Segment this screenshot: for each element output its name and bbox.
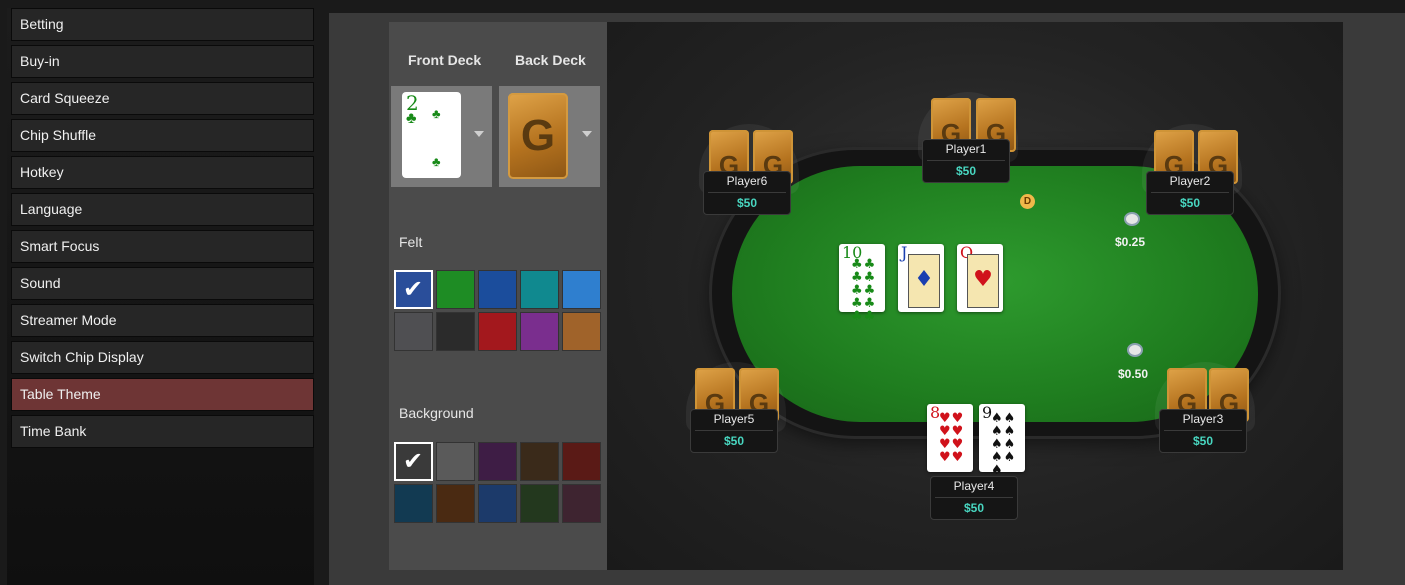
sidebar-item-smart-focus[interactable]: Smart Focus xyxy=(11,230,314,263)
seat-player2: G G Player2 $50 xyxy=(1142,124,1242,224)
spade-icon: ♠♠♠♠♠♠♠♠♠ xyxy=(991,411,1017,478)
background-label: Background xyxy=(399,405,474,421)
nameplate-divider xyxy=(1164,430,1242,431)
front-deck-select[interactable]: 2 ♣ ♣ ♣ xyxy=(391,86,492,187)
background-color-swatch[interactable] xyxy=(436,442,475,481)
settings-sidebar: Betting Buy-in Card Squeeze Chip Shuffle… xyxy=(7,8,314,585)
background-color-swatch[interactable] xyxy=(436,484,475,523)
club-icon: ♣ xyxy=(406,110,417,127)
nameplate-divider xyxy=(1151,192,1229,193)
felt-color-swatch[interactable] xyxy=(394,312,433,351)
checkmark-icon: ✔ xyxy=(403,276,424,303)
background-color-swatch[interactable] xyxy=(520,442,559,481)
seat-player6: G G Player6 $50 xyxy=(699,124,799,224)
chip-icon xyxy=(1127,343,1143,357)
bet-amount: $0.50 xyxy=(1118,367,1149,381)
club-icon: ♣ xyxy=(432,154,441,169)
felt-label: Felt xyxy=(399,234,423,250)
player-nameplate: Player4 $50 xyxy=(930,476,1018,520)
front-deck-label: Front Deck xyxy=(408,52,482,68)
checkmark-icon: ✔ xyxy=(403,448,424,475)
bet-amount: $0.25 xyxy=(1115,235,1146,249)
background-color-swatch[interactable] xyxy=(562,484,601,523)
sidebar-item-table-theme[interactable]: Table Theme xyxy=(11,378,314,411)
heart-icon: ♥ xyxy=(967,254,999,308)
player-name: Player4 xyxy=(953,479,995,493)
background-color-swatch[interactable] xyxy=(520,484,559,523)
sidebar-item-buy-in[interactable]: Buy-in xyxy=(11,45,314,78)
player-stack: $50 xyxy=(955,164,977,178)
nameplate-divider xyxy=(935,497,1013,498)
player-nameplate: Player3 $50 xyxy=(1159,409,1247,453)
felt-color-swatch[interactable] xyxy=(478,312,517,351)
player-stack: $50 xyxy=(1179,196,1201,210)
player-nameplate: Player2 $50 xyxy=(1146,171,1234,215)
sidebar-item-betting[interactable]: Betting xyxy=(11,8,314,41)
club-icon: ♣ xyxy=(432,106,441,121)
background-color-swatch[interactable]: ✔ xyxy=(394,442,433,481)
felt-color-swatch[interactable] xyxy=(520,270,559,309)
felt-color-swatch[interactable] xyxy=(436,312,475,351)
chip-icon xyxy=(1124,212,1140,226)
seat-player3: G G Player3 $50 xyxy=(1155,362,1255,462)
seat-player1: G G Player1 $50 xyxy=(918,92,1018,192)
player-stack: $50 xyxy=(723,434,745,448)
player-nameplate: Player5 $50 xyxy=(690,409,778,453)
player-stack: $50 xyxy=(736,196,758,210)
club-icon: ♣♣♣♣♣♣♣♣♣♣ xyxy=(851,257,877,324)
board-card: 10 ♣♣♣♣♣♣♣♣♣♣ xyxy=(839,244,885,323)
chevron-down-icon xyxy=(474,131,484,137)
felt-color-swatch[interactable] xyxy=(562,270,601,309)
felt-color-swatch[interactable]: ✔ xyxy=(394,270,433,309)
player-name: Player1 xyxy=(945,142,987,156)
diamond-icon: ♦ xyxy=(908,254,940,308)
felt-color-swatch[interactable] xyxy=(562,312,601,351)
background-color-swatch[interactable] xyxy=(478,484,517,523)
back-deck-select[interactable]: G xyxy=(499,86,600,187)
player-name: Player2 xyxy=(1169,174,1211,188)
sidebar-item-language[interactable]: Language xyxy=(11,193,314,226)
nameplate-divider xyxy=(927,160,1005,161)
player-nameplate: Player6 $50 xyxy=(703,171,791,215)
heart-icon: ♥♥♥♥♥♥♥♥ xyxy=(939,411,965,465)
player-stack: $50 xyxy=(963,501,985,515)
player-stack: $50 xyxy=(1192,434,1214,448)
seat-player5: G G Player5 $50 xyxy=(686,362,786,462)
felt-color-swatch[interactable] xyxy=(478,270,517,309)
board-card: Q ♥ xyxy=(957,244,1003,312)
sidebar-item-switch-chip-display[interactable]: Switch Chip Display xyxy=(11,341,314,374)
back-deck-preview-card: G xyxy=(508,93,568,179)
sidebar-item-sound[interactable]: Sound xyxy=(11,267,314,300)
sidebar-item-time-bank[interactable]: Time Bank xyxy=(11,415,314,448)
player-name: Player3 xyxy=(1182,412,1224,426)
hero-card: 8 ♥♥♥♥♥♥♥♥ xyxy=(927,404,973,472)
dealer-button: D xyxy=(1020,194,1035,209)
sidebar-item-card-squeeze[interactable]: Card Squeeze xyxy=(11,82,314,115)
chevron-down-icon xyxy=(582,131,592,137)
background-color-swatch[interactable] xyxy=(394,484,433,523)
player-name: Player6 xyxy=(726,174,768,188)
background-color-swatch[interactable] xyxy=(478,442,517,481)
sidebar-item-streamer-mode[interactable]: Streamer Mode xyxy=(11,304,314,337)
card-rank: J xyxy=(901,243,908,262)
board-card: J ♦ xyxy=(898,244,944,312)
sidebar-item-chip-shuffle[interactable]: Chip Shuffle xyxy=(11,119,314,152)
nameplate-divider xyxy=(695,430,773,431)
hero-card: 9 ♠♠♠♠♠♠♠♠♠ xyxy=(979,404,1025,477)
felt-color-swatch[interactable] xyxy=(436,270,475,309)
back-deck-label: Back Deck xyxy=(515,52,586,68)
theme-settings-panel: Front Deck Back Deck 2 ♣ ♣ ♣ G Felt ✔ Ba… xyxy=(389,22,607,570)
front-deck-preview-card: 2 ♣ ♣ ♣ xyxy=(402,92,461,178)
background-color-swatch[interactable] xyxy=(562,442,601,481)
player-nameplate: Player1 $50 xyxy=(922,139,1010,183)
felt-color-swatch[interactable] xyxy=(520,312,559,351)
seat-player4: Player4 $50 xyxy=(926,476,1026,526)
sidebar-item-hotkey[interactable]: Hotkey xyxy=(11,156,314,189)
player-name: Player5 xyxy=(713,412,755,426)
nameplate-divider xyxy=(708,192,786,193)
